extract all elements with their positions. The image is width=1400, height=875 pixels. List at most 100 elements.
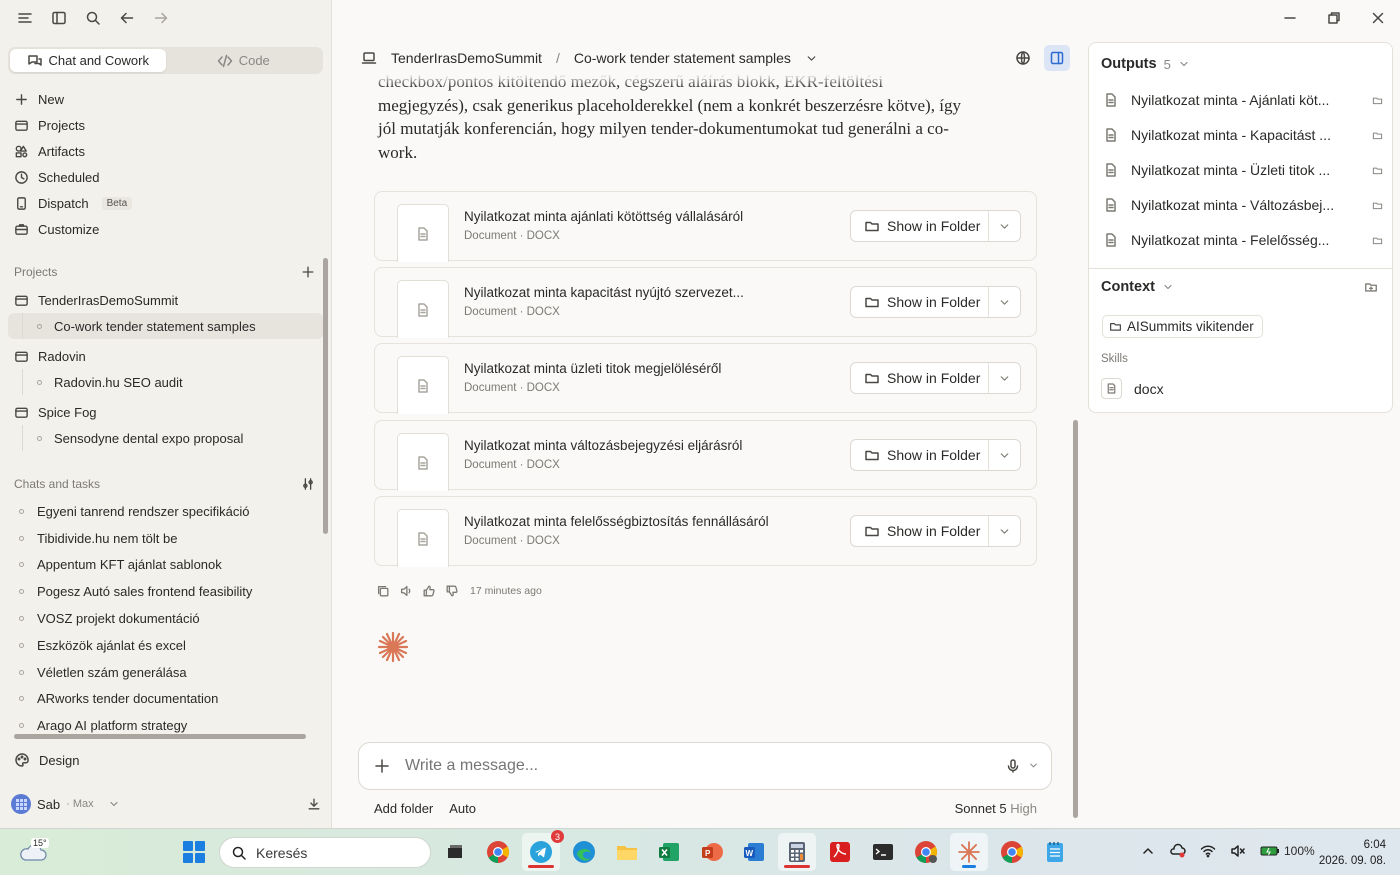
microphone-icon[interactable] (1005, 758, 1021, 774)
sidebar-toggle-icon[interactable] (48, 8, 70, 28)
breadcrumb-chat-title[interactable]: Co-work tender statement samples (574, 50, 791, 66)
project-item-spice-fog[interactable]: Spice Fog (8, 399, 323, 425)
model-selector[interactable]: Sonnet 5 High (955, 801, 1037, 816)
excel-icon[interactable] (655, 838, 683, 866)
taskview-icon[interactable] (441, 838, 469, 866)
message-input[interactable] (405, 757, 965, 775)
tab-code[interactable]: Code (166, 49, 322, 72)
folder-icon[interactable] (1372, 235, 1383, 246)
output-item[interactable]: Nyilatkozat minta - Változásbej... (1103, 194, 1383, 216)
battery-indicator[interactable]: 100% (1260, 844, 1315, 858)
project-item-radovin[interactable]: Radovin (8, 343, 323, 369)
nav-artifacts[interactable]: Artifacts (8, 138, 323, 164)
chrome-icon[interactable] (484, 838, 512, 866)
user-account[interactable]: Sab · Max (11, 794, 321, 814)
forward-arrow-icon[interactable] (150, 8, 172, 28)
right-panel-toggle-icon[interactable] (1044, 45, 1070, 71)
chevron-up-icon[interactable] (1140, 843, 1156, 859)
output-item[interactable]: Nyilatkozat minta - Felelősség... (1103, 229, 1383, 251)
main-vertical-scrollbar[interactable] (1073, 420, 1078, 818)
chevron-down-icon[interactable] (988, 287, 1020, 317)
folder-icon[interactable] (1372, 200, 1383, 211)
document-card[interactable]: Nyilatkozat minta kapacitást nyújtó szer… (374, 267, 1037, 338)
menu-icon[interactable] (14, 8, 36, 28)
clock[interactable]: 6:04 2026. 09. 08. (1319, 837, 1386, 869)
folder-icon[interactable] (1372, 95, 1383, 106)
context-folder-chip[interactable]: AISummits vikitender (1102, 315, 1263, 338)
claude-app-icon[interactable] (950, 833, 988, 871)
calculator-icon[interactable] (778, 833, 816, 871)
project-chat-cowork-tender[interactable]: Co-work tender statement samples (8, 313, 323, 339)
download-icon[interactable] (307, 797, 321, 811)
minimize-icon[interactable] (1281, 9, 1298, 26)
auto-mode-button[interactable]: Auto (449, 801, 476, 816)
file-explorer-icon[interactable] (613, 838, 641, 866)
chrome-icon[interactable] (998, 838, 1026, 866)
restore-icon[interactable] (1325, 9, 1342, 26)
add-folder-button[interactable]: Add folder (374, 801, 433, 816)
show-in-folder-button[interactable]: Show in Folder (851, 516, 988, 546)
design-button[interactable]: Design (14, 752, 79, 768)
onedrive-sync-icon[interactable] (1170, 843, 1186, 859)
chat-item[interactable]: Appentum KFT ajánlat sablonok (8, 552, 323, 579)
chat-item[interactable]: Tibidivide.hu nem tölt be (8, 525, 323, 552)
chevron-down-icon[interactable] (988, 363, 1020, 393)
back-arrow-icon[interactable] (116, 8, 138, 28)
close-icon[interactable] (1369, 9, 1386, 26)
chrome-profile-icon[interactable] (912, 838, 940, 866)
nav-customize[interactable]: Customize (8, 216, 323, 242)
nav-new[interactable]: New (8, 86, 323, 112)
notepad-icon[interactable] (1041, 838, 1069, 866)
thumbs-up-icon[interactable] (422, 584, 436, 598)
breadcrumb-project[interactable]: TenderIrasDemoSummit (391, 50, 542, 66)
add-folder-icon[interactable] (1364, 280, 1378, 294)
context-header[interactable]: Context (1101, 279, 1174, 295)
show-in-folder-button[interactable]: Show in Folder (851, 211, 988, 241)
nav-dispatch[interactable]: Dispatch Beta (8, 190, 323, 216)
acrobat-icon[interactable] (826, 838, 854, 866)
globe-icon[interactable] (1010, 45, 1036, 71)
filter-sliders-icon[interactable] (301, 477, 315, 491)
show-in-folder-button[interactable]: Show in Folder (851, 363, 988, 393)
chevron-down-icon[interactable] (988, 516, 1020, 546)
chat-item[interactable]: VOSZ projekt dokumentáció (8, 605, 323, 632)
chat-item[interactable]: ARworks tender documentation (8, 686, 323, 713)
chevron-down-icon[interactable] (988, 211, 1020, 241)
project-chat-sensodyne[interactable]: Sensodyne dental expo proposal (8, 425, 323, 451)
show-in-folder-button[interactable]: Show in Folder (851, 287, 988, 317)
folder-icon[interactable] (1372, 130, 1383, 141)
word-icon[interactable]: W (740, 838, 768, 866)
skill-item[interactable]: docx (1101, 378, 1164, 399)
telegram-icon[interactable]: 3 (522, 830, 564, 871)
document-card[interactable]: Nyilatkozat minta felelősségbiztosítás f… (374, 496, 1037, 567)
document-card[interactable]: Nyilatkozat minta üzleti titok megjelölé… (374, 343, 1037, 414)
show-in-folder-button[interactable]: Show in Folder (851, 440, 988, 470)
document-card[interactable]: Nyilatkozat minta változásbejegyzési elj… (374, 420, 1037, 491)
search-icon[interactable] (82, 8, 104, 28)
folder-icon[interactable] (1372, 165, 1383, 176)
add-attachment-plus-icon[interactable] (374, 758, 390, 774)
chat-item[interactable]: Egyeni tanrend rendszer specifikáció (8, 498, 323, 525)
output-item[interactable]: Nyilatkozat minta - Üzleti titok ... (1103, 159, 1383, 181)
nav-projects[interactable]: Projects (8, 112, 323, 138)
copy-icon[interactable] (376, 584, 390, 598)
chevron-down-icon[interactable] (805, 52, 818, 65)
project-item-tenderiras[interactable]: TenderIrasDemoSummit (8, 287, 323, 313)
document-card[interactable]: Nyilatkozat minta ajánlati kötöttség vál… (374, 191, 1037, 262)
sidebar-horizontal-scrollbar[interactable] (14, 734, 306, 739)
project-chat-radovin-seo[interactable]: Radovin.hu SEO audit (8, 369, 323, 395)
wifi-icon[interactable] (1200, 843, 1216, 859)
output-item[interactable]: Nyilatkozat minta - Kapacitást ... (1103, 124, 1383, 146)
chevron-down-icon[interactable] (988, 440, 1020, 470)
powerpoint-icon[interactable]: P (698, 838, 726, 866)
chat-item[interactable]: Véletlen szám generálása (8, 659, 323, 686)
chevron-down-icon[interactable] (1028, 760, 1039, 771)
chat-item[interactable]: Eszközök ajánlat és excel (8, 632, 323, 659)
chat-item[interactable]: Pogesz Autó sales frontend feasibility (8, 578, 323, 605)
edge-icon[interactable] (570, 838, 598, 866)
nav-scheduled[interactable]: Scheduled (8, 164, 323, 190)
add-project-plus-icon[interactable] (301, 265, 315, 279)
volume-muted-icon[interactable] (1230, 843, 1246, 859)
outputs-header[interactable]: Outputs 5 (1101, 56, 1190, 72)
windows-start-icon[interactable] (183, 841, 205, 863)
